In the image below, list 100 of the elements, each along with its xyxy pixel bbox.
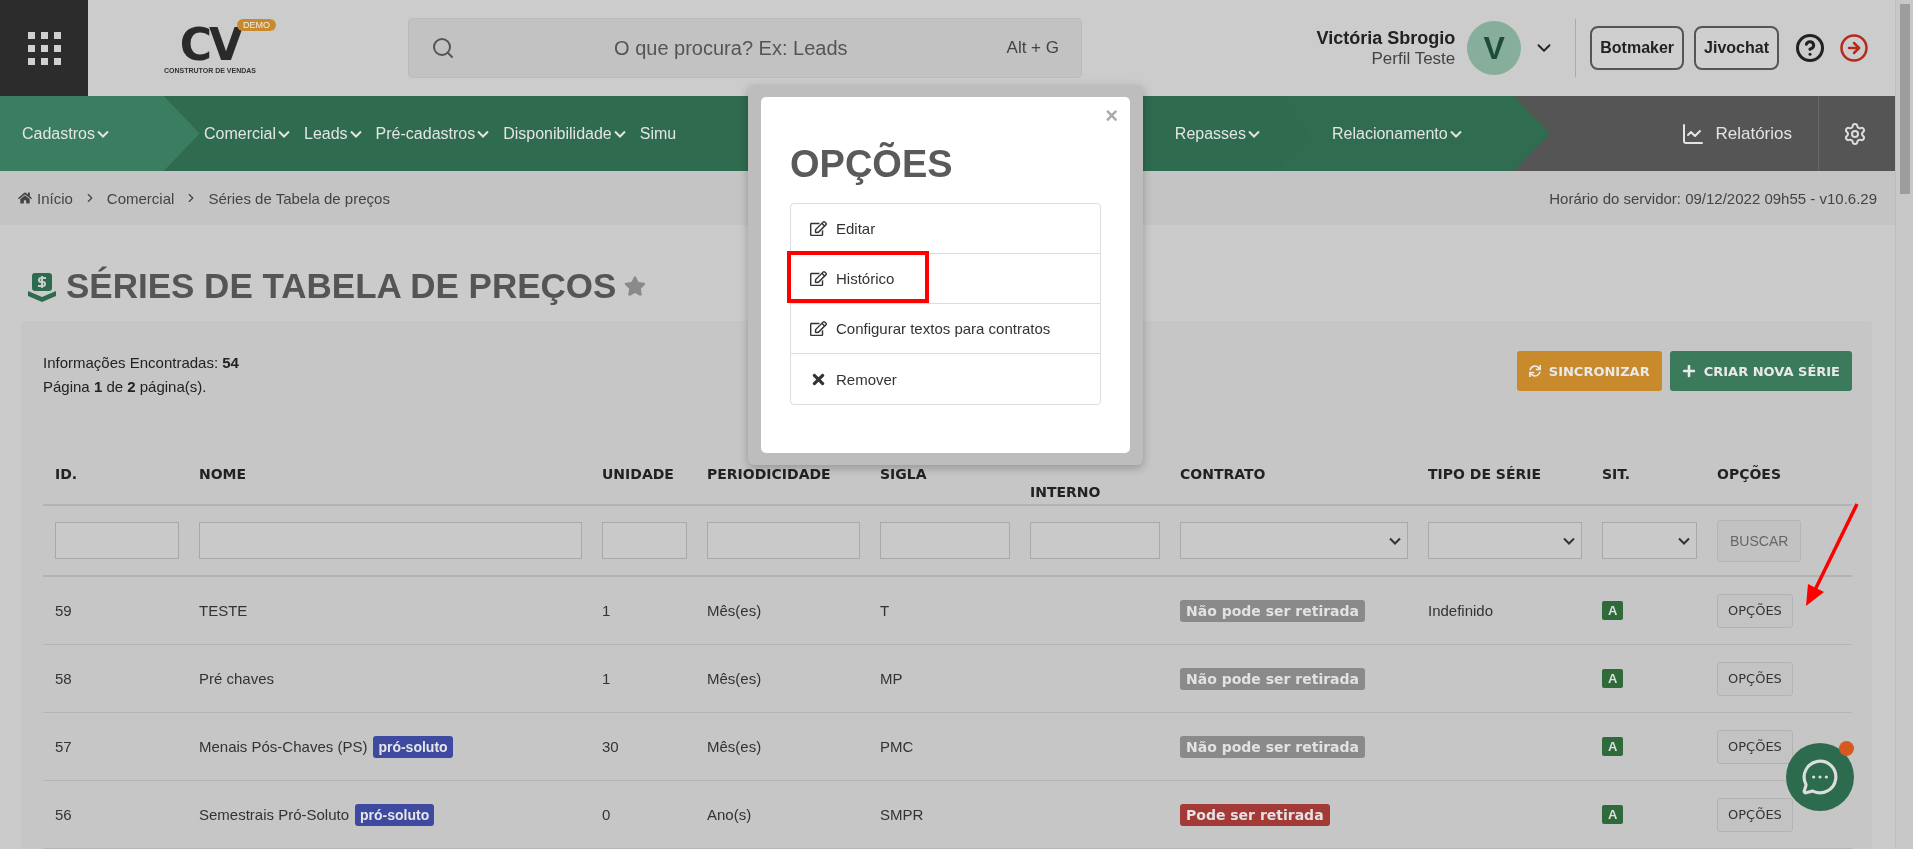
contract-label: Não pode ser retirada bbox=[1180, 599, 1365, 622]
status-label: A bbox=[1602, 805, 1624, 824]
status-label: A bbox=[1602, 737, 1624, 756]
contract-label: Não pode ser retirada bbox=[1180, 667, 1365, 690]
column-header: PERIODICIDADE bbox=[706, 466, 832, 482]
table-cell: PMC bbox=[880, 738, 914, 755]
column-header: TIPO DE SÉRIE bbox=[1427, 466, 1543, 482]
header-button[interactable]: Jivochat bbox=[1694, 26, 1779, 70]
menu-item[interactable]: Configurar textos para contratos bbox=[791, 304, 1100, 354]
status-label: A bbox=[1602, 669, 1624, 688]
sync-icon bbox=[1528, 365, 1541, 377]
chevron-down-icon bbox=[477, 129, 490, 138]
options-button[interactable]: OPÇÕES bbox=[1717, 661, 1793, 696]
logout-icon[interactable] bbox=[1839, 33, 1869, 63]
settings-icon[interactable] bbox=[1843, 121, 1867, 146]
chevron-down-icon bbox=[1678, 536, 1690, 545]
star-icon[interactable] bbox=[624, 275, 647, 298]
column-header: CONTRATO bbox=[1179, 466, 1267, 482]
column-header: UNIDADE bbox=[601, 466, 675, 482]
info-text: Página 1 de 2 página(s). bbox=[43, 377, 208, 397]
header-button[interactable]: Botmaker bbox=[1590, 26, 1685, 70]
info-text: Informações Encontradas: 54 bbox=[43, 353, 239, 373]
search-icon bbox=[431, 36, 455, 60]
filter-select[interactable] bbox=[1428, 522, 1582, 559]
filter-input[interactable] bbox=[880, 522, 1010, 559]
scrollbar[interactable] bbox=[1899, 4, 1910, 194]
home-icon bbox=[18, 191, 32, 206]
table-cell: 56 bbox=[55, 806, 72, 823]
table-cell: Pré chaves bbox=[199, 670, 275, 687]
plus-icon bbox=[1681, 364, 1696, 378]
filter-input[interactable] bbox=[199, 522, 582, 559]
server-time: Horário do servidor: 09/12/2022 09h55 - v10.6.29 bbox=[1549, 189, 1877, 207]
table-cell: 59 bbox=[55, 602, 72, 619]
dialog-title: OPÇÕES bbox=[790, 143, 954, 187]
help-icon[interactable] bbox=[1795, 33, 1825, 63]
options-button[interactable]: OPÇÕES bbox=[1717, 797, 1793, 832]
column-header: SIGLA bbox=[879, 466, 928, 482]
search-button[interactable]: BUSCAR bbox=[1717, 519, 1802, 562]
chevron-down-icon bbox=[1449, 129, 1462, 138]
action-button[interactable]: CRIAR NOVA SÉRIE bbox=[1669, 351, 1852, 391]
nav-menu-item[interactable]: Relacionamento bbox=[1332, 124, 1462, 143]
column-header: NOME bbox=[198, 466, 248, 482]
menu-item[interactable]: Editar bbox=[791, 204, 1100, 254]
nav-menu-item[interactable]: Leads bbox=[304, 124, 362, 143]
column-header: INTERNO bbox=[1029, 483, 1102, 500]
chevron-down-icon bbox=[1389, 536, 1401, 545]
column-header: OPÇÕES bbox=[1716, 466, 1782, 482]
nav-menu-item[interactable]: Comercial bbox=[204, 124, 290, 143]
user-name: Victória Sbrogio bbox=[1316, 27, 1456, 49]
nav-menu-item[interactable]: Repasses bbox=[1174, 124, 1260, 143]
status-label: A bbox=[1602, 601, 1624, 620]
search-input[interactable]: O que procura? Ex: Leads bbox=[475, 35, 987, 61]
chevron-down-icon bbox=[278, 129, 290, 138]
filter-input[interactable] bbox=[1030, 522, 1160, 559]
filter-select[interactable] bbox=[1602, 522, 1697, 559]
filter-input[interactable] bbox=[707, 522, 860, 559]
chevron-down-icon bbox=[96, 129, 109, 138]
column-header: SIT. bbox=[1601, 466, 1632, 482]
options-button[interactable]: OPÇÕES bbox=[1717, 729, 1793, 764]
nav-menu-item[interactable]: Disponibilidade bbox=[503, 124, 626, 143]
chevron-down-icon bbox=[349, 129, 362, 138]
contract-label: Pode ser retirada bbox=[1180, 803, 1330, 826]
filter-input[interactable] bbox=[602, 522, 687, 559]
table-cell: Mês(es) bbox=[707, 670, 762, 687]
options-button[interactable]: OPÇÕES bbox=[1717, 593, 1793, 628]
menu-item[interactable]: Histórico bbox=[791, 254, 1100, 304]
table-cell: 1 bbox=[602, 602, 611, 619]
table-cell: TESTE bbox=[199, 602, 248, 619]
avatar[interactable]: V bbox=[1467, 21, 1522, 75]
page-title: SÉRIES DE TABELA DE PREÇOS bbox=[66, 266, 617, 307]
apps-menu-button[interactable] bbox=[0, 0, 88, 96]
filter-input[interactable] bbox=[55, 522, 179, 559]
breadcrumb-link[interactable]: Comercial bbox=[106, 189, 175, 207]
table-cell: 57 bbox=[55, 738, 72, 755]
breadcrumb-link[interactable]: Início bbox=[18, 189, 73, 207]
tag: pró-soluto bbox=[355, 803, 435, 826]
edit-icon bbox=[810, 320, 827, 337]
reports-link[interactable]: Relatórios bbox=[1681, 121, 1818, 146]
nav-menu-item[interactable]: Pré-cadastros bbox=[375, 124, 490, 143]
menu-item[interactable]: Remover bbox=[791, 354, 1100, 404]
nav-menu-item[interactable]: Cadastros bbox=[22, 124, 109, 143]
table-cell: Ano(s) bbox=[707, 806, 752, 823]
chevron-down-icon bbox=[1248, 129, 1260, 138]
table-cell: MP bbox=[880, 670, 903, 687]
table-cell: 0 bbox=[602, 806, 611, 823]
search-field[interactable]: O que procura? Ex: Leads Alt + G bbox=[408, 18, 1082, 78]
tag: pró-soluto bbox=[373, 735, 453, 758]
table-cell: Mês(es) bbox=[707, 738, 762, 755]
table-cell: Indefinido bbox=[1428, 602, 1494, 619]
column-header: ID. bbox=[54, 466, 79, 482]
table-cell: Menais Pós-Chaves (PS) bbox=[199, 738, 368, 755]
nav-menu-item[interactable]: Simu bbox=[639, 124, 677, 143]
edit-icon bbox=[810, 220, 827, 237]
table-cell: Mês(es) bbox=[707, 602, 762, 619]
table-cell: Semestrais Pró-Soluto bbox=[199, 806, 350, 823]
table-cell: 30 bbox=[602, 738, 619, 755]
table-cell: SMPR bbox=[880, 806, 924, 823]
breadcrumb-link[interactable]: Séries de Tabela de preços bbox=[208, 189, 390, 207]
table-cell: 58 bbox=[55, 670, 72, 687]
filter-select[interactable] bbox=[1180, 522, 1408, 559]
